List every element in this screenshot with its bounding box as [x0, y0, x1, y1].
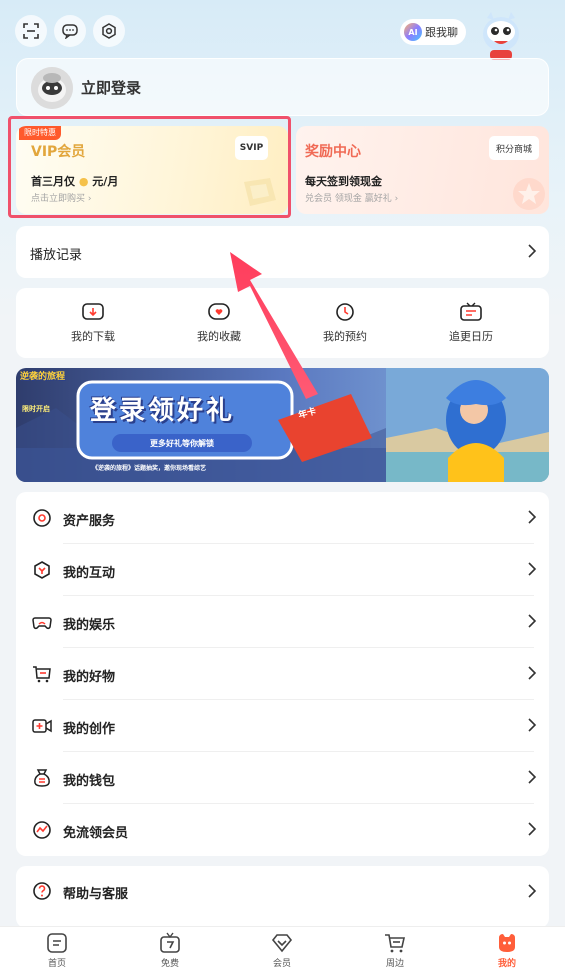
download-icon [82, 303, 104, 320]
vip-card-highlight [8, 116, 291, 218]
ai-badge: AI [404, 23, 422, 41]
tab-label: 免费 [160, 959, 179, 969]
scan-icon [23, 23, 39, 39]
interaction-icon [34, 561, 50, 579]
menu-item-data-free[interactable]: 免流领会员 [16, 804, 549, 856]
menu-item-wallet[interactable]: 我的钱包 [16, 752, 549, 804]
login-card[interactable]: 立即登录 [16, 58, 549, 116]
free-tv-icon [160, 932, 180, 953]
menu-item-interaction[interactable]: 我的互动 [16, 544, 549, 596]
asset-icon [33, 509, 51, 527]
shortcut-label: 我的收藏 [197, 330, 241, 343]
menu-item-entertainment[interactable]: 我的娱乐 [16, 596, 549, 648]
vip-diamond-icon [271, 934, 293, 953]
banner-note: 《逆袭的旅程》话题抽奖，邀你现场看综艺 [92, 465, 207, 472]
top-bar: AI 跟我聊 [0, 0, 565, 62]
settings-icon [102, 23, 116, 39]
shortcut-label: 我的预约 [323, 330, 367, 343]
banner-side-label: 限时开启 [22, 405, 50, 413]
banner-logo: 逆袭的旅程 [20, 372, 66, 382]
shortcut-calendar[interactable]: 追更日历 [421, 302, 521, 348]
menu-item-goods[interactable]: 我的好物 [16, 648, 549, 700]
home-icon [47, 933, 67, 953]
heart-icon [208, 303, 230, 320]
menu-label: 我的钱包 [63, 774, 116, 789]
menu-label: 我的创作 [63, 722, 116, 737]
video-camera-icon [32, 719, 52, 733]
menu-label: 我的好物 [63, 670, 116, 685]
clock-icon [336, 303, 354, 321]
tab-label: 我的 [497, 959, 516, 969]
shortcut-downloads[interactable]: 我的下载 [43, 302, 143, 348]
reward-title: 奖励中心 [305, 144, 361, 160]
data-free-icon [33, 821, 51, 839]
tab-nearby[interactable]: 周边 [365, 932, 425, 974]
promo-banner[interactable]: 逆袭的旅程 限时开启 登录领好礼 更多好礼等你解锁 《逆袭的旅程》话题抽奖，邀你… [16, 368, 549, 482]
message-button[interactable] [54, 15, 86, 47]
profile-icon [499, 934, 515, 952]
tab-home[interactable]: 首页 [27, 932, 87, 974]
shortcut-label: 追更日历 [449, 330, 493, 343]
tab-label: 会员 [272, 959, 291, 969]
login-label[interactable]: 立即登录 [81, 77, 141, 98]
help-label: 帮助与客服 [63, 887, 129, 902]
default-avatar-icon [31, 67, 73, 109]
tab-vip[interactable]: 会员 [252, 932, 312, 974]
menu-label: 我的互动 [63, 566, 116, 581]
avatar[interactable] [31, 67, 73, 109]
help-row[interactable]: 帮助与客服 [16, 866, 549, 928]
service-menu: 资产服务 我的互动 我的娱乐 我的好物 我的创作 我的钱包 免流领会员 [16, 492, 549, 856]
menu-item-creation[interactable]: 我的创作 [16, 700, 549, 752]
tab-profile[interactable]: 我的 [477, 932, 537, 974]
ai-chat-label: 跟我聊 [425, 26, 458, 39]
play-history-label: 播放记录 [30, 248, 83, 263]
shortcut-label: 我的下载 [71, 330, 115, 343]
ai-chat-button[interactable]: AI 跟我聊 [400, 19, 466, 45]
reward-desc: 每天签到领现金 [305, 175, 382, 188]
help-icon [33, 882, 51, 900]
chevron-right-icon [528, 562, 537, 576]
chevron-right-icon: › [394, 194, 399, 204]
bottom-tab-bar: 首页 免费 会员 周边 我的 [0, 926, 565, 974]
reward-sub-link[interactable]: 兑会员 领现金 赢好礼 › [305, 191, 398, 204]
shopping-cart-icon [385, 934, 405, 953]
wallet-icon [34, 769, 50, 787]
menu-label: 资产服务 [63, 514, 116, 529]
points-mall-badge[interactable]: 积分商城 [489, 136, 539, 160]
reward-center-card[interactable]: 奖励中心 积分商城 每天签到领现金 兑会员 领现金 赢好礼 › [296, 126, 549, 214]
menu-item-assets[interactable]: 资产服务 [16, 492, 549, 544]
menu-label: 我的娱乐 [63, 618, 116, 633]
play-history-row[interactable]: 播放记录 [16, 226, 549, 278]
chevron-right-icon [528, 770, 537, 784]
settings-button[interactable] [93, 15, 125, 47]
message-icon [62, 24, 78, 39]
tv-calendar-icon [460, 302, 482, 321]
shortcut-card: 我的下载 我的收藏 我的预约 追更日历 [16, 288, 549, 358]
banner-title: 登录领好礼 [90, 396, 236, 426]
chevron-right-icon [528, 666, 537, 680]
banner-cta-button[interactable]: 更多好礼等你解锁 [112, 434, 252, 452]
gamepad-icon [32, 617, 52, 630]
menu-label: 免流领会员 [63, 826, 129, 841]
cart-icon [33, 666, 51, 683]
chevron-right-icon [528, 884, 537, 898]
reward-sub-label: 兑会员 领现金 赢好礼 [305, 194, 392, 204]
shortcut-reservations[interactable]: 我的预约 [295, 302, 395, 348]
chevron-right-icon [528, 614, 537, 628]
shortcut-favorites[interactable]: 我的收藏 [169, 302, 269, 348]
mascot-robot-icon[interactable] [470, 10, 532, 62]
tab-label: 首页 [47, 959, 66, 969]
tab-free[interactable]: 免费 [140, 932, 200, 974]
chevron-right-icon [528, 822, 537, 836]
chevron-right-icon [528, 244, 537, 258]
chevron-right-icon [528, 510, 537, 524]
tab-label: 周边 [385, 959, 404, 969]
scan-button[interactable] [15, 15, 47, 47]
chevron-right-icon [528, 718, 537, 732]
star-coin-icon [513, 178, 545, 210]
